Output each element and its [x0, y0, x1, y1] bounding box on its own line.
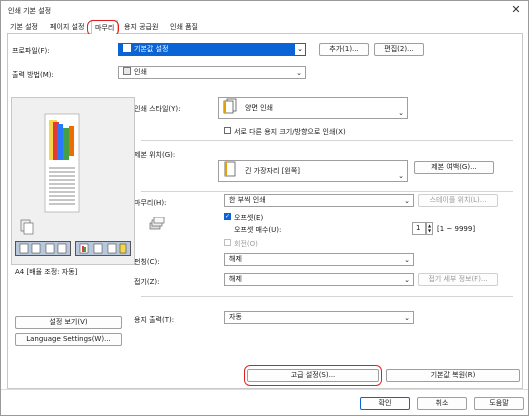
- ok-button[interactable]: 확인: [360, 397, 410, 410]
- fold-value: 해제: [229, 275, 242, 283]
- output-method-label: 출력 방법(M):: [12, 71, 54, 79]
- punch-label: 펀칭(C):: [134, 258, 160, 266]
- chevron-down-icon: ⌄: [404, 256, 410, 264]
- section-divider: [141, 296, 513, 297]
- profile-edit-button[interactable]: 편집(2)...: [374, 43, 424, 56]
- color-layout-glyph: [79, 243, 127, 254]
- tab-paper-source[interactable]: 용지 공급원: [121, 20, 161, 34]
- offset-count-value: 1: [416, 224, 421, 232]
- finishing-label: 마무리(H):: [134, 199, 167, 207]
- punch-dropdown[interactable]: 해제 ⌄: [224, 253, 414, 266]
- tab-strip: 기본 설정 페이지 설정 마무리 용지 공급원 인쇄 품질: [7, 20, 523, 35]
- binding-location-dropdown[interactable]: 긴 가장자리 [왼쪽] ⌄: [218, 160, 408, 182]
- paper-output-label: 용지 출력(T):: [134, 316, 175, 324]
- tab-print-quality[interactable]: 인쇄 품질: [167, 20, 201, 34]
- advanced-settings-highlight: [244, 365, 382, 386]
- page-layout-icon-right[interactable]: [75, 241, 131, 256]
- section-divider: [141, 191, 513, 192]
- fold-dropdown[interactable]: 해제 ⌄: [224, 273, 414, 286]
- collate-stack-icon: [149, 217, 165, 230]
- settings-view-button[interactable]: 설정 보기(V): [15, 316, 122, 329]
- chevron-down-icon: ⌄: [295, 44, 305, 55]
- chevron-down-icon: ⌄: [398, 172, 404, 180]
- chevron-down-icon: ⌄: [398, 109, 404, 117]
- punch-value: 해제: [229, 255, 242, 263]
- finishing-value: 한 부씩 인쇄: [229, 196, 266, 204]
- printer-icon: [123, 67, 131, 75]
- profile-dropdown[interactable]: 기본값 설정 ⌄: [118, 43, 306, 56]
- paper-output-dropdown[interactable]: 자동 ⌄: [224, 311, 414, 324]
- tab-basic-settings[interactable]: 기본 설정: [7, 20, 41, 34]
- chevron-down-icon: ⌄: [404, 276, 410, 284]
- cancel-button[interactable]: 취소: [417, 397, 467, 410]
- printer-profile-icon: [123, 44, 131, 52]
- chevron-down-icon: ⌄: [404, 314, 410, 322]
- finishing-dropdown[interactable]: 한 부씩 인쇄 ⌄: [224, 194, 414, 207]
- chevron-down-icon: ⌄: [404, 197, 410, 205]
- mixed-sizes-label: 서로 다른 용지 크기/방향으로 인쇄(X): [234, 128, 346, 136]
- offset-count-label: 오프셋 매수(U):: [234, 226, 282, 234]
- close-icon[interactable]: ✕: [504, 1, 528, 19]
- offset-count-spinner[interactable]: ▲ ▼: [426, 222, 433, 235]
- title-bar: 인쇄 기본 설정 ✕: [1, 1, 528, 19]
- restore-defaults-button[interactable]: 기본값 복원(R): [386, 369, 520, 382]
- section-divider: [141, 140, 513, 141]
- print-style-value: 양면 인쇄: [245, 104, 273, 112]
- language-settings-button[interactable]: Language Settings(W)...: [15, 333, 122, 346]
- profile-add-button[interactable]: 추가(1)...: [319, 43, 369, 56]
- help-button[interactable]: 도움말: [474, 397, 524, 410]
- output-method-dropdown[interactable]: 인쇄 ⌄: [118, 66, 306, 79]
- window-title: 인쇄 기본 설정: [8, 7, 52, 15]
- print-preview-area: [11, 97, 135, 265]
- mixed-sizes-checkbox[interactable]: [224, 127, 231, 134]
- binding-location-value: 긴 가장자리 [왼쪽]: [245, 167, 300, 175]
- offset-label: 오프셋(E): [234, 214, 264, 222]
- print-preferences-window: 인쇄 기본 설정 ✕ 기본 설정 페이지 설정 마무리 용지 공급원 인쇄 품질…: [0, 0, 529, 416]
- fold-label: 접기(Z):: [134, 278, 160, 286]
- rotate-label: 회전(O): [234, 240, 258, 248]
- page-layout-icon-left[interactable]: [15, 241, 71, 256]
- footer-divider: [1, 389, 528, 390]
- page-layout-glyph: [19, 243, 67, 254]
- print-style-dropdown[interactable]: 양면 인쇄 ⌄: [218, 97, 408, 119]
- binding-edge-icon: [224, 161, 236, 177]
- fold-details-button[interactable]: 접기 세부 정보(F)...: [418, 273, 498, 286]
- rotate-checkbox[interactable]: [224, 239, 231, 246]
- output-method-value: 인쇄: [134, 68, 147, 76]
- print-style-label: 인쇄 스타일(Y):: [134, 105, 181, 113]
- preview-paper-caption: A4 [배율 조정: 자동]: [15, 268, 78, 276]
- tab-page-setup[interactable]: 페이지 설정: [47, 20, 87, 34]
- binding-location-label: 제본 위치(G):: [134, 151, 176, 159]
- binding-margin-button[interactable]: 제본 여백(G)...: [414, 161, 494, 174]
- duplex-print-icon: [223, 98, 237, 114]
- paper-output-value: 자동: [229, 313, 242, 321]
- offset-range-label: [1 ~ 9999]: [437, 225, 476, 233]
- profile-value: 기본값 설정: [134, 45, 169, 53]
- profile-label: 프로파일(F):: [12, 47, 50, 55]
- chevron-down-icon: ⌄: [296, 69, 302, 77]
- offset-checkbox[interactable]: ✓: [224, 213, 231, 220]
- offset-count-input[interactable]: 1: [412, 222, 426, 235]
- staple-position-button[interactable]: 스테이플 위치(L)...: [418, 194, 498, 207]
